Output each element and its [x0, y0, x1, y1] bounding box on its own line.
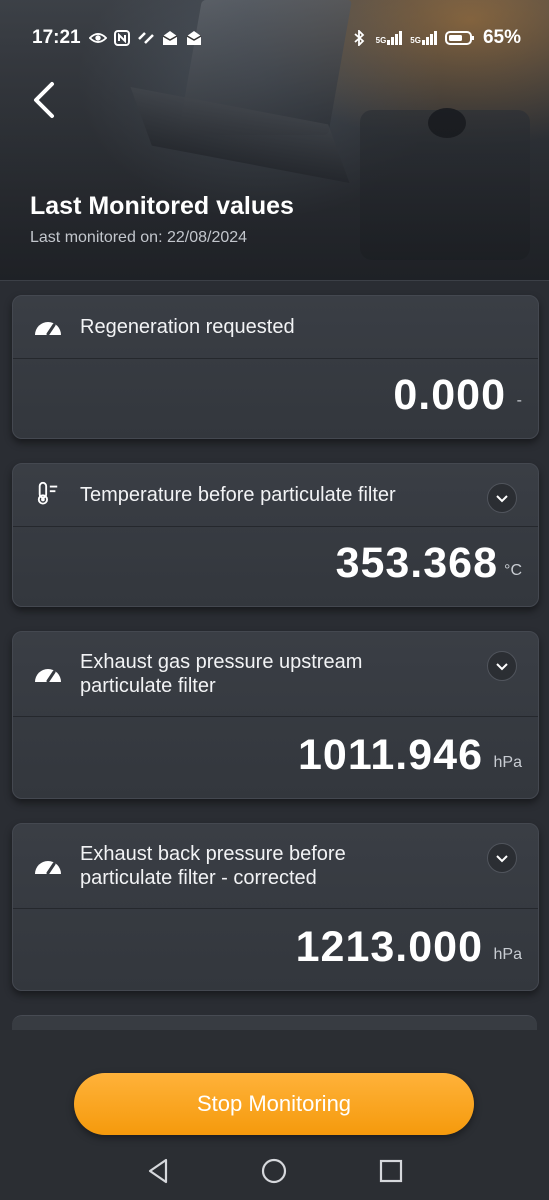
bluetooth-icon	[354, 30, 364, 46]
card-value-row: 0.000 -	[13, 359, 538, 439]
card-value: 353.368	[335, 539, 498, 587]
thermometer-icon	[37, 481, 58, 505]
expand-button[interactable]	[487, 843, 517, 873]
expand-button[interactable]	[487, 651, 517, 681]
chevron-down-icon	[496, 495, 508, 503]
card-unit: hPa	[493, 946, 522, 963]
card-label: Exhaust back pressure before particulate…	[80, 843, 346, 889]
card-value: 1213.000	[295, 923, 483, 971]
card-value-row: 1011.946 hPa	[13, 717, 538, 799]
chevron-down-icon	[496, 663, 508, 671]
card-value-row: 353.368 °C	[13, 527, 538, 607]
monitor-card: Exhaust gas pressure upstream particulat…	[12, 631, 539, 799]
gauge-icon	[35, 669, 61, 683]
battery-percent: 65%	[482, 27, 521, 48]
page-title: Last Monitored values	[30, 192, 294, 220]
card-value-row: 1213.000 hPa	[13, 909, 538, 991]
last-monitored-date: Last monitored on: 22/08/2024	[30, 229, 248, 246]
gauge-icon	[35, 861, 61, 875]
monitor-card: Temperature before particulate filter 35…	[12, 463, 539, 607]
monitor-card: Regeneration requested 0.000 -	[12, 295, 539, 439]
nav-home-icon[interactable]	[254, 1153, 294, 1189]
card-header: Exhaust back pressure before particulate…	[13, 824, 538, 909]
card-label: Exhaust gas pressure upstream particulat…	[80, 651, 363, 697]
card-unit: °C	[504, 562, 522, 579]
card-label: Regeneration requested	[80, 316, 295, 338]
expand-button[interactable]	[487, 483, 517, 513]
signal-icon: 5G	[376, 31, 403, 45]
card-value: 1011.946	[298, 731, 483, 779]
chevron-down-icon	[496, 855, 508, 863]
card-label: Temperature before particulate filter	[80, 484, 396, 506]
card-unit: -	[516, 392, 522, 409]
card-unit: hPa	[493, 754, 522, 771]
mail-icon	[162, 31, 177, 45]
signal-icon: 5G	[410, 31, 437, 45]
eye-icon	[88, 33, 107, 43]
mail-icon	[186, 31, 201, 45]
nav-recents-icon[interactable]	[371, 1153, 411, 1189]
status-bar: 17:21 5G 5G 65%	[32, 24, 521, 52]
gauge-icon	[35, 322, 61, 336]
card-value: 0.000	[393, 371, 506, 419]
stop-monitoring-button[interactable]: Stop Monitoring	[74, 1073, 474, 1135]
battery-icon	[444, 31, 474, 45]
link-icon	[137, 32, 154, 44]
card-header: Temperature before particulate filter	[13, 464, 538, 527]
back-button[interactable]	[30, 80, 60, 120]
nav-back-icon[interactable]	[138, 1153, 178, 1189]
card-header: Exhaust gas pressure upstream particulat…	[13, 632, 538, 717]
nfc-icon	[113, 30, 130, 46]
monitor-card: Exhaust back pressure before particulate…	[12, 823, 539, 991]
status-time: 17:21	[32, 27, 81, 48]
card-header: Regeneration requested	[13, 296, 538, 359]
